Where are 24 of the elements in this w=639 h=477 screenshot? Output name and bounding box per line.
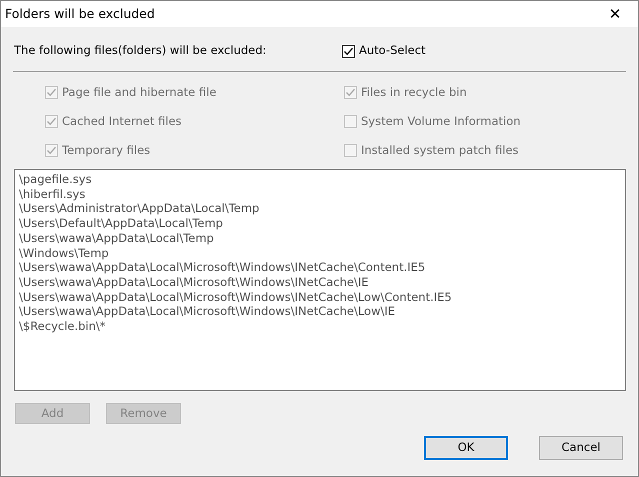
path-item[interactable]: \Users\Default\AppData\Local\Temp — [19, 216, 223, 231]
checkbox-label: System Volume Information — [361, 112, 521, 130]
path-item[interactable]: \Users\wawa\AppData\Local\Microsoft\Windows\INetCache\Low\Content.IE5 — [19, 290, 452, 304]
path-item[interactable]: \Windows\Temp — [19, 246, 109, 260]
path-item[interactable]: \Users\wawa\AppData\Local\Microsoft\Windows\INetCache\IE — [19, 274, 369, 290]
path-item[interactable]: \Users\Administrator\AppData\Local\Temp — [19, 201, 260, 216]
path-item[interactable]: \Users\wawa\AppData\Local\Microsoft\Windows\INetCache\Low\IE — [19, 304, 396, 320]
dialog-button[interactable]: Cancel — [539, 436, 623, 460]
checkbox-label: Cached Internet files — [62, 112, 182, 130]
path-item[interactable]: \$Recycle.bin\* — [19, 319, 106, 334]
path-item[interactable]: \pagefile.sys — [19, 172, 92, 187]
path-item[interactable]: \Users\wawa\AppData\Local\Microsoft\Windows\INetCache\Content.IE5 — [19, 260, 426, 275]
window-title: Folders will be excluded — [5, 4, 155, 23]
checkbox-label: Page file and hibernate file — [62, 84, 216, 101]
checkbox[interactable] — [342, 44, 355, 58]
path-item[interactable]: \hiberfil.sys — [19, 186, 86, 202]
heading-label: The following files(folders) will be excluded: — [14, 42, 268, 60]
dialog-button[interactable]: OK — [424, 436, 508, 460]
checkbox-label: Installed system patch files — [361, 142, 519, 159]
close-button[interactable]: ✕ — [592, 1, 638, 27]
checkbox-label: Temporary files — [62, 142, 150, 159]
checkbox-label: Auto-Select — [359, 42, 426, 60]
checkbox-label: Files in recycle bin — [361, 84, 467, 101]
path-item[interactable]: \Users\wawa\AppData\Local\Temp — [19, 230, 214, 246]
